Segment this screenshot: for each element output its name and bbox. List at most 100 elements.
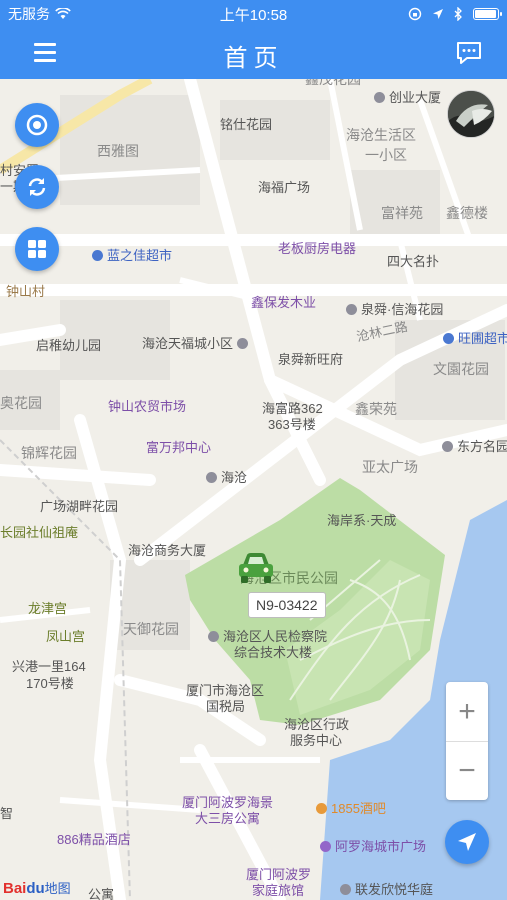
map-label: 凤山宫	[46, 629, 86, 644]
car-icon[interactable]	[237, 551, 275, 585]
map-label: 鑫德楼	[446, 205, 488, 221]
zoom-out-button[interactable]: −	[446, 741, 488, 800]
bluetooth-icon	[454, 7, 462, 21]
avatar[interactable]	[447, 90, 495, 138]
poi-icon	[374, 92, 385, 103]
map-label: 阿罗海城市广场	[320, 839, 426, 855]
baidu-map-logo: Baidu地图	[3, 878, 71, 897]
map-label: 服务中心	[290, 733, 343, 748]
map-label: 海岸系·天成	[327, 513, 397, 528]
supermarket-icon	[92, 250, 103, 261]
refresh-button[interactable]	[15, 165, 59, 209]
map-label: 奥花园	[0, 395, 42, 411]
poi-icon	[346, 304, 357, 315]
zoom-in-button[interactable]: +	[446, 682, 488, 741]
vehicle-plate-label[interactable]: N9-03422	[248, 592, 326, 618]
grid-icon	[28, 240, 46, 258]
map-label: 海福广场	[258, 180, 311, 195]
status-bar: 无服务 上午10:58	[0, 0, 507, 28]
map-label: 公寓	[88, 887, 115, 900]
map-label: 广场湖畔花园	[40, 499, 119, 514]
my-location-button[interactable]	[445, 820, 489, 864]
map-label: 天御花园	[123, 621, 179, 637]
status-time: 上午10:58	[219, 6, 288, 24]
map-label: 海沧区行政	[284, 717, 350, 732]
locate-target-button[interactable]	[15, 103, 59, 147]
map-label: 363号楼	[268, 417, 316, 432]
map-label: 886精品酒店	[57, 832, 131, 847]
map-label: 海沧天福城小区	[142, 336, 252, 352]
map-label-text: 蓝之佳超市	[107, 248, 173, 263]
map-label: 海富路362	[262, 401, 323, 416]
map-view[interactable]: 鑫茂花园 创业大厦 铭仕花园 西雅图 海沧生活区 一小区 村安置 一期 海福广场…	[0, 79, 507, 900]
map-label: 海沧生活区	[346, 127, 416, 143]
map-label: 亚太广场	[362, 459, 418, 475]
map-label-text: 旺圃超市	[458, 331, 507, 346]
wifi-icon	[55, 8, 71, 19]
map-label-text: 阿罗海城市广场	[335, 839, 427, 854]
map-label: 西雅图	[97, 143, 139, 159]
baidu-logo-text: Bai	[3, 880, 27, 897]
baidu-logo-suffix: 地图	[44, 881, 71, 896]
map-label: 老板厨房电器	[278, 241, 357, 256]
map-label: 旺圃超市	[443, 331, 507, 347]
map-label: 富祥苑	[381, 205, 423, 221]
map-label: 1855酒吧	[316, 801, 386, 817]
map-label: 大三房公寓	[195, 811, 261, 826]
map-label: 一小区	[365, 147, 407, 163]
baidu-paw-icon: du	[26, 880, 45, 897]
rotation-lock-icon	[408, 7, 422, 21]
map-label: 家庭旅馆	[252, 883, 305, 898]
map-label: 泉舜新旺府	[278, 352, 344, 367]
map-label: 启稚幼儿园	[36, 338, 102, 353]
map-label: 泉舜·信海花园	[346, 302, 443, 318]
map-label-text: 1855酒吧	[331, 801, 386, 816]
map-label: 海沧商务大厦	[128, 543, 207, 558]
map-label: 厦门市海沧区	[186, 683, 265, 698]
map-label: 鑫茂花园	[305, 79, 361, 87]
map-label: 国税局	[206, 699, 246, 714]
app-header: 首页	[0, 28, 507, 79]
map-base	[0, 79, 507, 900]
poi-icon	[208, 631, 219, 642]
map-label: 钟山村	[6, 284, 46, 299]
map-label: 鑫荣苑	[355, 401, 397, 417]
map-label-text: 海沧天福城小区	[142, 336, 234, 351]
map-label: 厦门阿波罗海景	[182, 795, 274, 810]
battery-icon	[473, 8, 502, 20]
map-label: 海沧区人民检察院	[208, 629, 327, 645]
carrier-label: 无服务	[8, 6, 50, 22]
map-label: 鑫保发木业	[251, 295, 317, 310]
message-icon[interactable]	[455, 40, 483, 66]
poi-icon	[236, 338, 248, 349]
map-label: 钟山农贸市场	[108, 399, 187, 414]
poi-icon	[340, 884, 351, 895]
bar-icon	[316, 803, 327, 814]
map-label: 170号楼	[26, 676, 74, 691]
page-title: 首页	[223, 45, 284, 72]
target-icon	[26, 114, 48, 136]
avatar-image	[448, 91, 494, 137]
map-label: 兴港一里164	[12, 659, 86, 674]
supermarket-icon	[443, 333, 454, 344]
map-label-text: 联发欣悦华庭	[355, 882, 434, 897]
refresh-icon	[28, 178, 46, 196]
map-label: 厦门阿波罗	[246, 867, 312, 882]
apps-grid-button[interactable]	[15, 227, 59, 271]
map-label: 东方名园	[442, 439, 507, 455]
zoom-control: + −	[446, 682, 488, 800]
poi-icon	[442, 441, 453, 452]
map-label-text: 创业大厦	[389, 90, 442, 105]
map-label: 龙津宫	[28, 601, 68, 616]
map-label: 蓝之佳超市	[92, 248, 172, 264]
location-arrow-icon	[433, 9, 443, 19]
map-label-text: 海沧	[221, 470, 248, 485]
map-label: 富万邦中心	[146, 440, 212, 455]
map-label-text: 海沧区人民检察院	[223, 629, 328, 644]
map-label: 文園花园	[433, 361, 489, 377]
map-label: 智	[0, 806, 14, 821]
map-label-text: 东方名园	[457, 439, 507, 454]
map-label-text: 泉舜·信海花园	[361, 302, 444, 317]
map-label: 联发欣悦华庭	[340, 882, 433, 898]
map-label: 创业大厦	[374, 90, 441, 106]
